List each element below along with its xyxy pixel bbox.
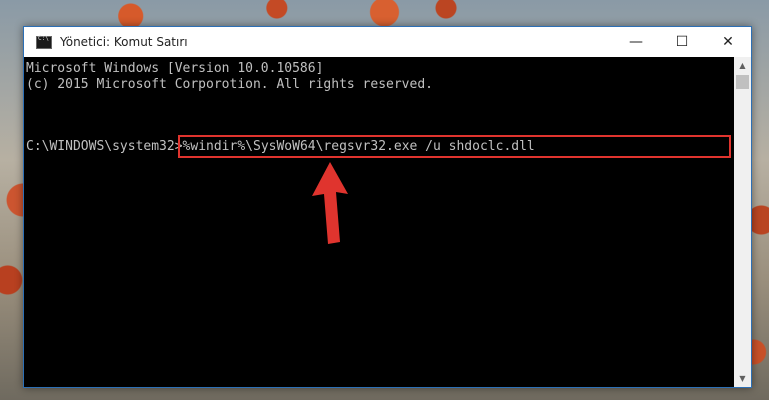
console-line-copyright: (c) 2015 Microsoft Corporotion. All righ…: [26, 77, 433, 92]
console-output[interactable]: Microsoft Windows [Version 10.0.10586] (…: [24, 57, 734, 387]
maximize-button[interactable]: ☐: [659, 27, 705, 57]
arrow-up-icon: [312, 162, 348, 244]
close-icon: ✕: [722, 34, 734, 50]
minimize-button[interactable]: —: [613, 27, 659, 57]
scroll-down-icon[interactable]: ▼: [734, 370, 751, 387]
minimize-icon: —: [629, 34, 643, 50]
scroll-thumb[interactable]: [736, 75, 749, 89]
highlight-box: [178, 135, 731, 158]
window-title: Yönetici: Komut Satırı: [60, 35, 188, 49]
cmd-icon: [36, 35, 52, 49]
title-bar[interactable]: Yönetici: Komut Satırı — ☐ ✕: [24, 27, 751, 57]
window-controls: — ☐ ✕: [613, 27, 751, 57]
console-line-version: Microsoft Windows [Version 10.0.10586]: [26, 61, 324, 76]
console-prompt: C:\WINDOWS\system32>: [26, 139, 183, 154]
command-prompt-window: Yönetici: Komut Satırı — ☐ ✕ Microsoft W…: [23, 26, 752, 388]
close-button[interactable]: ✕: [705, 27, 751, 57]
vertical-scrollbar[interactable]: ▲ ▼: [734, 57, 751, 387]
scroll-up-icon[interactable]: ▲: [734, 57, 751, 74]
maximize-icon: ☐: [675, 34, 689, 50]
